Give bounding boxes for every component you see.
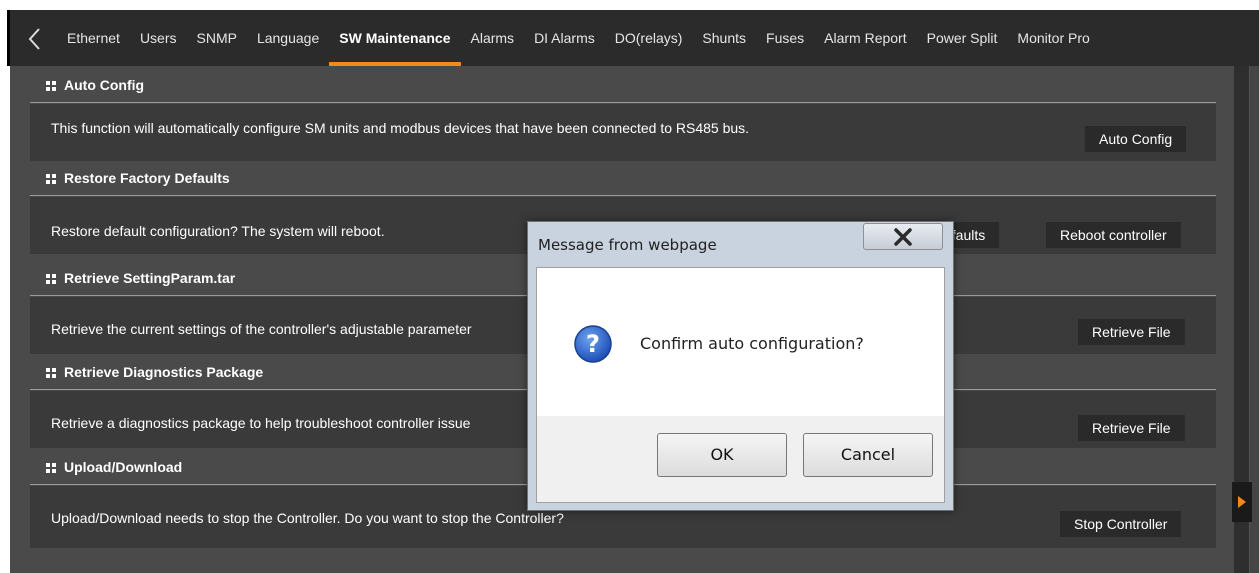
tab-users[interactable]: Users [130, 10, 187, 66]
tab-shunts[interactable]: Shunts [692, 10, 756, 66]
section-title: Restore Factory Defaults [64, 170, 230, 186]
tab-monitor-pro[interactable]: Monitor Pro [1007, 10, 1099, 66]
tab-ethernet[interactable]: Ethernet [57, 10, 130, 66]
section-header-restore-defaults: Restore Factory Defaults [30, 161, 1216, 196]
section-header-auto-config: Auto Config [30, 68, 1216, 103]
section-title: Auto Config [64, 77, 145, 93]
top-nav: Ethernet Users SNMP Language SW Maintena… [10, 10, 1259, 66]
dialog-message: Confirm auto configuration? [640, 334, 864, 353]
tab-language[interactable]: Language [247, 10, 329, 66]
section-description: Restore default configuration? The syste… [51, 223, 385, 239]
tab-snmp[interactable]: SNMP [187, 10, 247, 66]
reboot-controller-button[interactable]: Reboot controller [1046, 222, 1181, 248]
grip-icon [46, 463, 56, 473]
chevron-left-icon[interactable] [24, 26, 46, 52]
grip-icon [46, 174, 56, 184]
tab-di-alarms[interactable]: DI Alarms [524, 10, 605, 66]
tab-power-split[interactable]: Power Split [917, 10, 1008, 66]
cancel-button[interactable]: Cancel [803, 433, 933, 477]
retrieve-settings-file-button[interactable]: Retrieve File [1078, 319, 1185, 345]
tab-fuses[interactable]: Fuses [756, 10, 814, 66]
close-icon[interactable] [863, 223, 943, 250]
auto-config-button[interactable]: Auto Config [1085, 126, 1187, 152]
tab-bar: Ethernet Users SNMP Language SW Maintena… [57, 10, 1100, 66]
section-title: Retrieve Diagnostics Package [64, 364, 264, 380]
section-body-auto-config: This function will automatically configu… [30, 104, 1216, 161]
dialog-title: Message from webpage [538, 236, 717, 254]
retrieve-diagnostics-file-button[interactable]: Retrieve File [1078, 415, 1185, 441]
section-description: Upload/Download needs to stop the Contro… [51, 510, 564, 526]
section-description: Retrieve the current settings of the con… [51, 321, 472, 337]
expand-arrow-icon[interactable] [1232, 482, 1252, 522]
confirm-dialog: Message from webpage ? Confirm auto conf… [527, 221, 954, 511]
grip-icon [46, 368, 56, 378]
section-title: Upload/Download [64, 459, 183, 475]
section-title: Retrieve SettingParam.tar [64, 270, 236, 286]
tab-sw-maintenance[interactable]: SW Maintenance [329, 10, 461, 66]
grip-icon [46, 274, 56, 284]
svg-text:?: ? [586, 330, 600, 358]
grip-icon [46, 81, 56, 91]
tab-do-relays[interactable]: DO(relays) [605, 10, 693, 66]
section-description: This function will automatically configu… [51, 120, 750, 136]
tab-alarm-report[interactable]: Alarm Report [814, 10, 916, 66]
ok-button[interactable]: OK [657, 433, 787, 477]
tab-alarms[interactable]: Alarms [461, 10, 525, 66]
stop-controller-button[interactable]: Stop Controller [1060, 511, 1182, 537]
section-description: Retrieve a diagnostics package to help t… [51, 415, 471, 431]
dialog-content: ? Confirm auto configuration? OK Cancel [536, 267, 945, 503]
question-icon: ? [573, 324, 613, 364]
